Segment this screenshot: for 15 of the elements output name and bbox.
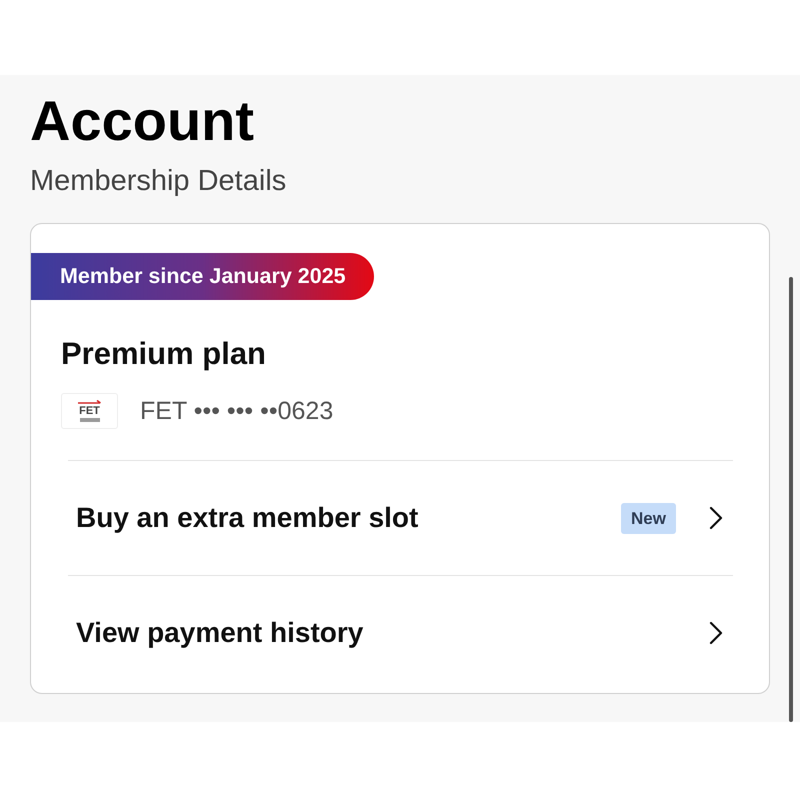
plan-name: Premium plan — [61, 338, 267, 369]
page-subtitle: Membership Details — [30, 167, 288, 196]
page-title: Account — [30, 93, 255, 149]
menu-row-label: View payment history — [76, 617, 364, 649]
fine-print-drawing — [80, 418, 100, 422]
menu-row[interactable]: View payment history — [31, 576, 769, 690]
menu-row-label: Buy an extra member slot — [76, 502, 420, 534]
member-since-badge: Member since January 2025 — [31, 253, 374, 300]
chevron-right-icon — [709, 506, 723, 530]
menu-row[interactable]: Buy an extra member slot New — [31, 461, 769, 575]
new-tag: New — [621, 502, 676, 534]
logo-text: FET — [79, 406, 100, 417]
chevron-right-icon — [709, 621, 723, 645]
payment-card-number: FET ••• ••• ••0623 — [140, 396, 334, 426]
arrow-icon — [78, 400, 102, 405]
